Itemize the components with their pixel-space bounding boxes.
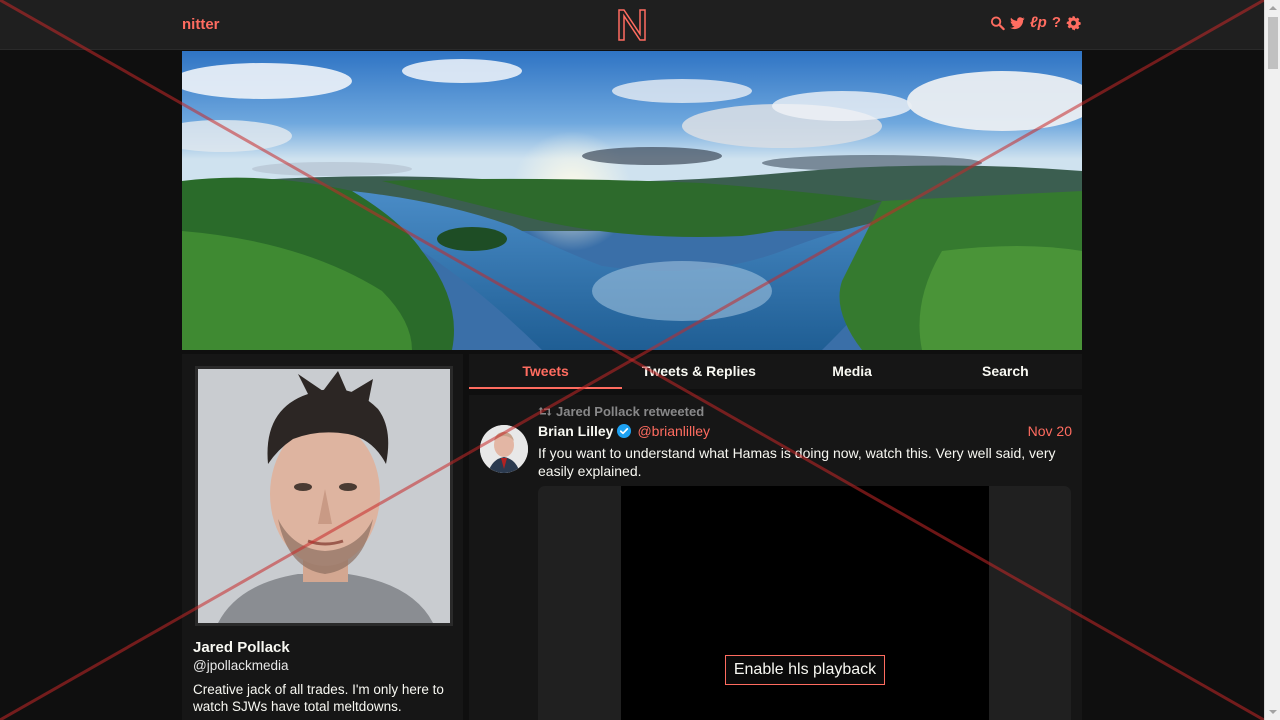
nav-icons: ℓp ? bbox=[990, 15, 1081, 31]
timeline-tabs: Tweets Tweets & Replies Media Search bbox=[469, 354, 1082, 389]
tweet-date[interactable]: Nov 20 bbox=[1028, 423, 1072, 439]
tweet-header: Brian Lilley @brianlilley Nov 20 bbox=[538, 423, 1072, 439]
tweet-author-name[interactable]: Brian Lilley bbox=[538, 423, 613, 439]
profile-banner[interactable] bbox=[182, 51, 1082, 350]
avatar-image bbox=[198, 369, 450, 623]
retweet-icon bbox=[538, 407, 552, 416]
tab-search[interactable]: Search bbox=[929, 354, 1082, 389]
top-navbar: nitter ℓp ? bbox=[0, 0, 1264, 50]
scroll-thumb[interactable] bbox=[1268, 17, 1278, 69]
scroll-down-icon[interactable] bbox=[1269, 708, 1277, 716]
tab-tweets-replies[interactable]: Tweets & Replies bbox=[622, 354, 775, 389]
page-scrollbar[interactable] bbox=[1264, 0, 1280, 720]
profile-username[interactable]: @jpollackmedia bbox=[193, 658, 289, 673]
profile-bio: Creative jack of all trades. I'm only he… bbox=[193, 682, 444, 714]
profile-avatar[interactable] bbox=[195, 366, 453, 626]
retweet-header: Jared Pollack retweeted bbox=[538, 404, 704, 419]
tweet-video-container: Enable hls playback bbox=[538, 486, 1071, 720]
profile-card: Jared Pollack @jpollackmedia Creative ja… bbox=[182, 354, 463, 720]
tweet-avatar[interactable] bbox=[480, 425, 528, 473]
nitter-logo[interactable] bbox=[617, 8, 647, 42]
retweet-label[interactable]: Jared Pollack retweeted bbox=[556, 404, 704, 419]
brand-link[interactable]: nitter bbox=[182, 16, 220, 33]
search-icon[interactable] bbox=[990, 15, 1005, 31]
help-icon[interactable]: ? bbox=[1052, 15, 1061, 31]
tweet-text: If you want to understand what Hamas is … bbox=[538, 445, 1056, 479]
tab-media[interactable]: Media bbox=[776, 354, 929, 389]
banner-image bbox=[182, 51, 1082, 350]
enable-hls-button[interactable]: Enable hls playback bbox=[725, 655, 885, 685]
author-avatar-image bbox=[480, 425, 528, 473]
gear-icon[interactable] bbox=[1066, 15, 1081, 31]
tab-tweets[interactable]: Tweets bbox=[469, 354, 623, 389]
logo-icon bbox=[618, 9, 646, 41]
tweet-author-handle[interactable]: @brianlilley bbox=[637, 423, 710, 439]
verified-icon bbox=[617, 424, 632, 438]
lp-icon[interactable]: ℓp bbox=[1030, 15, 1047, 31]
scroll-up-icon[interactable] bbox=[1269, 4, 1277, 12]
bird-icon[interactable] bbox=[1009, 15, 1025, 31]
profile-fullname[interactable]: Jared Pollack bbox=[193, 639, 290, 656]
timeline: Jared Pollack retweeted Brian Lilley @br… bbox=[469, 395, 1082, 720]
